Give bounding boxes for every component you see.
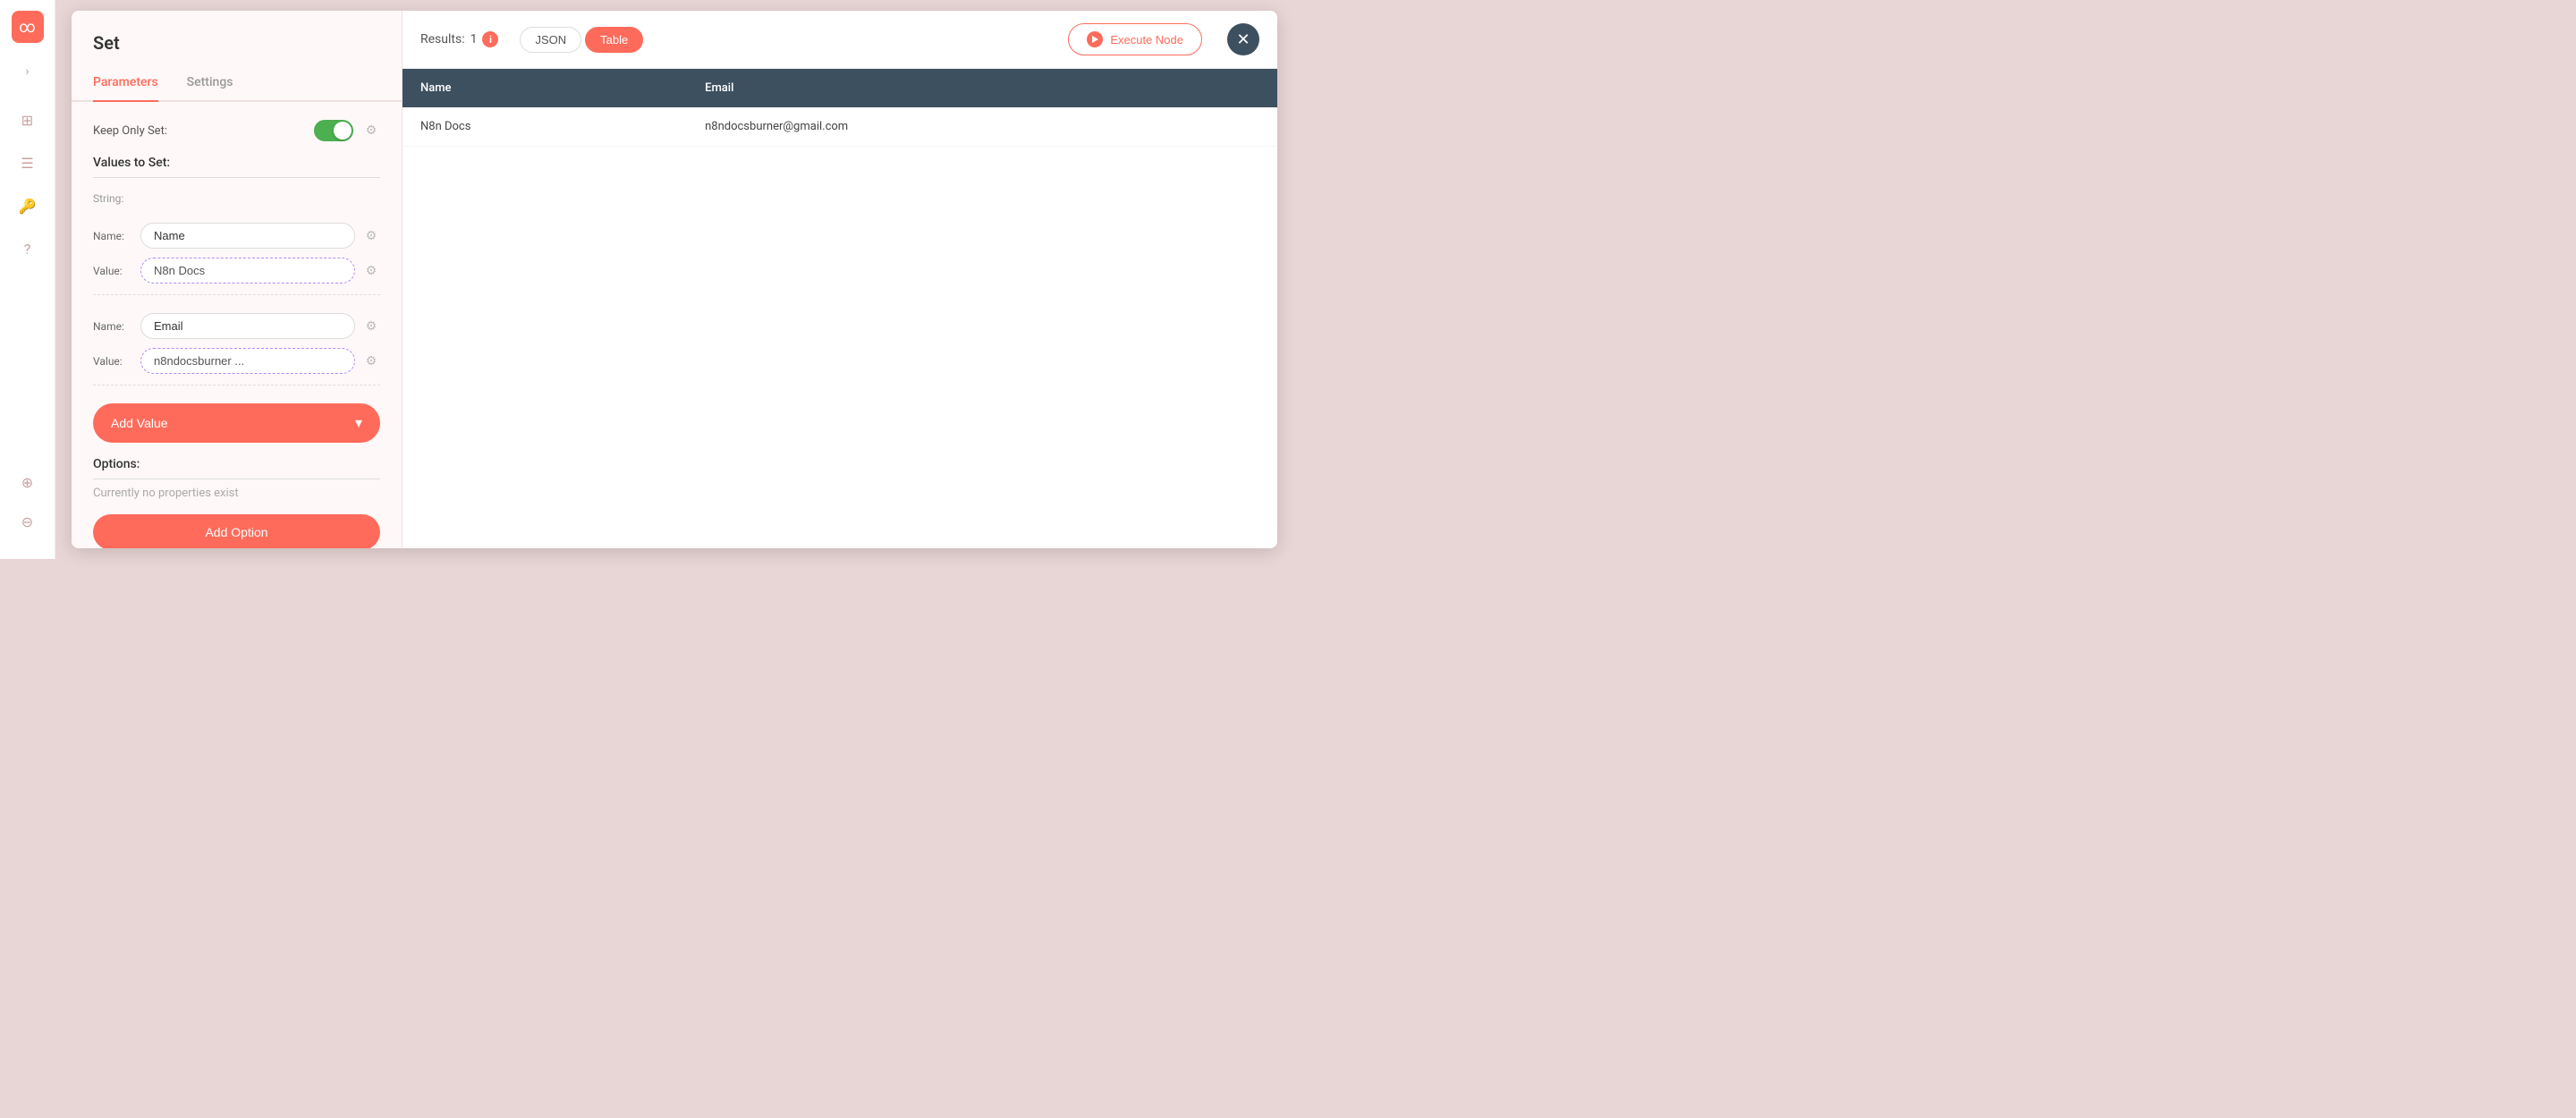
sidebar-nav: ⊞ ☰ 🔑 ?: [15, 107, 40, 261]
results-label: Results: 1 i: [420, 31, 498, 47]
list-icon[interactable]: ☰: [15, 150, 40, 175]
field2-value-label: Value:: [93, 355, 133, 368]
add-value-button[interactable]: Add Value ▾: [93, 403, 380, 443]
field2-name-row: Name: ⚙: [93, 313, 380, 339]
field1-value-label: Value:: [93, 265, 133, 277]
expand-sidebar-button[interactable]: ›: [17, 61, 38, 82]
options-title: Options:: [93, 457, 380, 479]
table-header-row: Name Email: [402, 69, 1277, 107]
field1-name-gear-icon[interactable]: ⚙: [362, 227, 380, 245]
values-to-set-title: Values to Set:: [93, 156, 380, 178]
tab-parameters[interactable]: Parameters: [93, 68, 158, 102]
field2-name-gear-icon[interactable]: ⚙: [362, 318, 380, 335]
field-group-1: Name: ⚙ Value: ⚙: [93, 223, 380, 295]
close-modal-button[interactable]: ✕: [1227, 23, 1259, 55]
tabs: Parameters Settings: [72, 54, 402, 102]
table-row: N8n Docs n8ndocsburner@gmail.com: [402, 107, 1277, 147]
nodes-icon[interactable]: ⊞: [15, 107, 40, 132]
panel-title: Set: [72, 11, 402, 54]
modal-panel: Set Parameters Settings Keep Only Set: ⚙…: [72, 11, 1277, 548]
cell-name: N8n Docs: [402, 107, 687, 147]
keep-only-set-toggle[interactable]: [314, 120, 353, 141]
table-view-button[interactable]: Table: [585, 27, 643, 53]
view-toggle: JSON Table: [520, 27, 643, 53]
sidebar-bottom: ⊕ ⊖: [15, 470, 40, 548]
zoom-in-icon[interactable]: ⊕: [15, 470, 40, 495]
field2-value-input[interactable]: [140, 348, 355, 374]
play-icon: [1087, 31, 1103, 47]
col-email-header: Email: [687, 69, 1277, 107]
key-icon[interactable]: 🔑: [15, 193, 40, 218]
left-panel: Set Parameters Settings Keep Only Set: ⚙…: [72, 11, 402, 548]
info-icon: i: [482, 31, 498, 47]
question-icon[interactable]: ?: [15, 236, 40, 261]
keep-only-set-row: Keep Only Set: ⚙: [93, 120, 380, 141]
json-view-button[interactable]: JSON: [520, 27, 581, 53]
string-label: String:: [93, 192, 380, 205]
field1-value-row: Value: ⚙: [93, 258, 380, 284]
field1-name-row: Name: ⚙: [93, 223, 380, 249]
right-header: Results: 1 i JSON Table Execute Node ✕: [402, 11, 1277, 69]
col-name-header: Name: [402, 69, 687, 107]
data-table: Name Email N8n Docs n8ndocsburner@gmail.…: [402, 69, 1277, 147]
tab-settings[interactable]: Settings: [187, 68, 233, 102]
execute-node-button[interactable]: Execute Node: [1068, 23, 1202, 55]
app-logo[interactable]: ∞: [12, 11, 44, 43]
options-section: Options: Currently no properties exist: [93, 457, 380, 500]
options-empty-text: Currently no properties exist: [93, 487, 380, 500]
field2-value-gear-icon[interactable]: ⚙: [362, 352, 380, 370]
sidebar: ∞ › ⊞ ☰ 🔑 ? ⊕ ⊖: [0, 0, 55, 559]
results-table: Name Email N8n Docs n8ndocsburner@gmail.…: [402, 69, 1277, 548]
add-option-button[interactable]: Add Option: [93, 514, 380, 548]
field1-name-label: Name:: [93, 230, 133, 242]
field2-name-input[interactable]: [140, 313, 355, 339]
field1-value-input[interactable]: [140, 258, 355, 284]
field1-name-input[interactable]: [140, 223, 355, 249]
panel-body: Keep Only Set: ⚙ Values to Set: String: …: [72, 102, 402, 548]
right-panel: Results: 1 i JSON Table Execute Node ✕ N…: [402, 11, 1277, 548]
field1-value-gear-icon[interactable]: ⚙: [362, 262, 380, 280]
keep-only-set-gear-icon[interactable]: ⚙: [362, 122, 380, 140]
field2-name-label: Name:: [93, 320, 133, 333]
zoom-out-icon[interactable]: ⊖: [15, 509, 40, 534]
add-value-chevron-icon: ▾: [355, 414, 362, 432]
cell-email: n8ndocsburner@gmail.com: [687, 107, 1277, 147]
field2-value-row: Value: ⚙: [93, 348, 380, 374]
keep-only-set-label: Keep Only Set:: [93, 124, 167, 138]
field-group-2: Name: ⚙ Value: ⚙: [93, 313, 380, 385]
